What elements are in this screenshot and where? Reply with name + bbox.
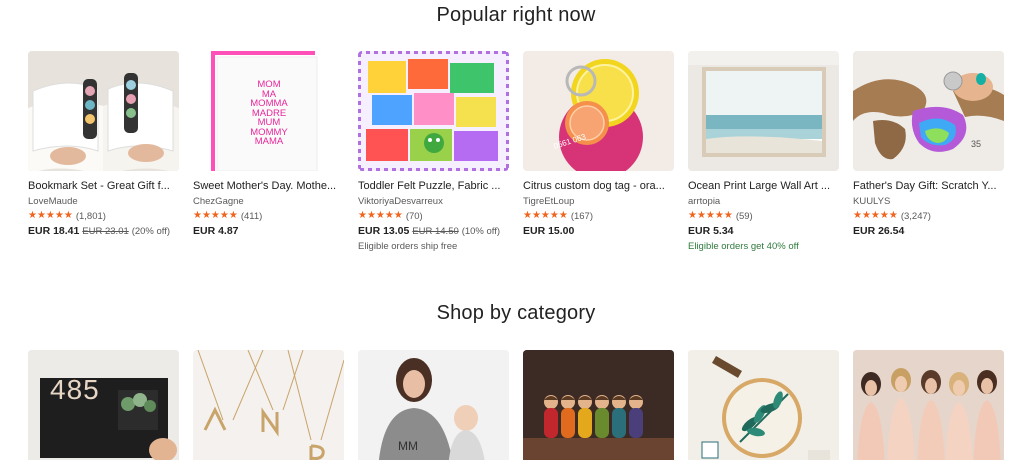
price: EUR 4.87	[193, 225, 239, 237]
house-number: 485	[50, 374, 100, 405]
price: EUR 13.05	[358, 225, 410, 237]
star-rating-icon: ★★★★★	[688, 210, 733, 221]
listing-title[interactable]: Ocean Print Large Wall Art ...	[688, 180, 839, 193]
popular-section-title: Popular right now	[436, 4, 596, 26]
shop-name[interactable]: ViktoriyaDesvarreux	[358, 196, 509, 207]
listing-image-ocean-print[interactable]	[688, 51, 839, 171]
category-card-toys[interactable]	[523, 350, 674, 460]
rating: ★★★★★ (3,247)	[853, 210, 1004, 222]
listing-card-bookmark-set[interactable]: Bookmark Set - Great Gift f... LoveMaude…	[28, 51, 179, 252]
listing-title[interactable]: Bookmark Set - Great Gift f...	[28, 180, 179, 193]
price-line: EUR 26.54	[853, 225, 1004, 238]
popular-grid: Bookmark Set - Great Gift f... LoveMaude…	[28, 51, 1004, 252]
category-section-title: Shop by category	[436, 302, 596, 324]
category-card-jewelry[interactable]	[193, 350, 344, 460]
listing-image-felt-puzzle[interactable]	[358, 51, 509, 171]
discount: (10% off)	[461, 226, 501, 237]
shop-name[interactable]: arrtopia	[688, 196, 839, 207]
price-line: EUR 5.34	[688, 225, 839, 238]
shipping-note: Eligible orders ship free	[358, 241, 458, 252]
listing-card-dog-tag[interactable]: 0561 063 Citrus custom dog tag - ora... …	[523, 51, 674, 252]
category-image-bridal-party[interactable]	[853, 350, 1004, 460]
price: EUR 15.00	[523, 225, 575, 237]
category-card-home[interactable]: 485	[28, 350, 179, 460]
star-rating-icon: ★★★★★	[358, 210, 403, 221]
original-price: EUR 14.50	[412, 226, 459, 237]
rating: ★★★★★ (167)	[523, 210, 674, 222]
price: EUR 5.34	[688, 225, 734, 237]
price-line: EUR 4.87	[193, 225, 344, 238]
price: EUR 18.41	[28, 225, 80, 237]
price-line: EUR 18.41 EUR 23.01 (20% off)	[28, 225, 179, 238]
price-line: EUR 15.00	[523, 225, 674, 238]
listing-title[interactable]: Toddler Felt Puzzle, Fabric ...	[358, 180, 509, 193]
star-rating-icon: ★★★★★	[193, 210, 238, 221]
shop-name[interactable]: ChezGagne	[193, 196, 344, 207]
star-rating-icon: ★★★★★	[28, 210, 73, 221]
category-grid: 485 MM	[28, 350, 1004, 460]
listing-title[interactable]: Sweet Mother's Day. Mothe...	[193, 180, 344, 193]
rating: ★★★★★ (1,801)	[28, 210, 179, 222]
review-count: (411)	[240, 210, 263, 222]
listing-image-bookmark-set[interactable]	[28, 51, 179, 171]
rating: ★★★★★ (70)	[358, 210, 509, 222]
discount: (20% off)	[131, 226, 171, 237]
category-card-clothing[interactable]: MM	[358, 350, 509, 460]
listing-card-mothers-day[interactable]: MOM MA MOMMA MADRE MUM MOMMY MAMA Sweet …	[193, 51, 344, 252]
listing-image-mothers-day[interactable]: MOM MA MOMMA MADRE MUM MOMMY MAMA	[193, 51, 344, 171]
star-rating-icon: ★★★★★	[523, 210, 568, 221]
svg-text:MM: MM	[398, 439, 418, 453]
svg-text:35: 35	[971, 139, 981, 149]
rating: ★★★★★ (411)	[193, 210, 344, 222]
category-image-necklaces[interactable]	[193, 350, 344, 460]
review-count: (59)	[735, 210, 753, 222]
category-image-mom-and-baby[interactable]: MM	[358, 350, 509, 460]
review-count: (1,801)	[75, 210, 106, 222]
review-count: (167)	[570, 210, 594, 222]
listing-card-felt-puzzle[interactable]: Toddler Felt Puzzle, Fabric ... Viktoriy…	[358, 51, 509, 252]
category-card-craft-supplies[interactable]	[688, 350, 839, 460]
category-image-house-numbers[interactable]: 485	[28, 350, 179, 460]
shop-name[interactable]: TigreEtLoup	[523, 196, 674, 207]
review-count: (3,247)	[900, 210, 931, 222]
listing-image-scratch-map[interactable]: 35	[853, 51, 1004, 171]
review-count: (70)	[405, 210, 423, 222]
rating: ★★★★★ (59)	[688, 210, 839, 222]
star-rating-icon: ★★★★★	[853, 210, 898, 221]
listing-title[interactable]: Father's Day Gift: Scratch Y...	[853, 180, 1004, 193]
category-image-embroidery-hoop[interactable]	[688, 350, 839, 460]
listing-title[interactable]: Citrus custom dog tag - ora...	[523, 180, 674, 193]
promo-note: Eligible orders get 40% off	[688, 241, 799, 252]
price: EUR 26.54	[853, 225, 905, 237]
shop-name[interactable]: KUULYS	[853, 196, 1004, 207]
listing-image-dog-tag[interactable]: 0561 063	[523, 51, 674, 171]
price-line: EUR 13.05 EUR 14.50 (10% off)	[358, 225, 509, 238]
listing-card-scratch-map[interactable]: 35 Father's Day Gift: Scratch Y... KUULY…	[853, 51, 1004, 252]
shop-name[interactable]: LoveMaude	[28, 196, 179, 207]
card-words: MOM MA MOMMA MADRE MUM MOMMY MAMA	[223, 80, 315, 147]
category-image-peg-dolls[interactable]	[523, 350, 674, 460]
original-price: EUR 23.01	[82, 226, 129, 237]
listing-card-ocean-print[interactable]: Ocean Print Large Wall Art ... arrtopia …	[688, 51, 839, 252]
card-word: MAMA	[254, 136, 284, 147]
category-card-weddings[interactable]	[853, 350, 1004, 460]
